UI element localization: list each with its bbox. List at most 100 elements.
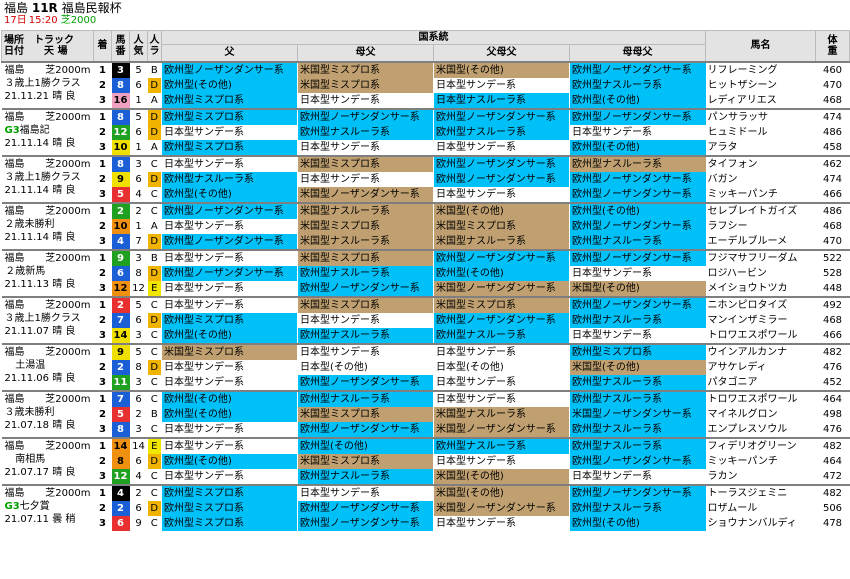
horse-name[interactable]: ロザムール xyxy=(706,501,816,516)
sire-lineage: 欧州型ノーザンダンサー系 xyxy=(161,265,298,281)
popularity: 6 xyxy=(135,314,142,326)
popularity: 2 xyxy=(135,408,142,420)
damdam-sire-lineage: 欧州型ノーザンダンサー系 xyxy=(569,171,706,187)
sire-lineage: 欧州型ミスプロ系 xyxy=(161,107,298,125)
sire-damsire-lineage: 日本型サンデー系 xyxy=(433,139,570,156)
horse-name[interactable]: ヒュミドール xyxy=(706,125,816,140)
finish-rank: 2 xyxy=(99,314,106,326)
damsire-lineage: 日本型(その他) xyxy=(297,359,434,375)
damdam-sire-lineage: 欧州型(その他) xyxy=(569,201,706,219)
horse-name[interactable]: トロワエスポワール xyxy=(705,389,816,407)
horse-name[interactable]: ロジハービン xyxy=(706,266,816,281)
horse-name[interactable]: アサケレディ xyxy=(706,360,816,375)
horse-number: 10 xyxy=(111,139,130,156)
race-date: 21.11.14 xyxy=(4,231,50,243)
horse-name[interactable]: セレブレイトガイズ xyxy=(705,201,816,219)
damsire-lineage: 欧州型(その他) xyxy=(297,436,434,454)
horse-number: 14 xyxy=(111,327,130,344)
horse-name[interactable]: レディアリエス xyxy=(706,93,816,109)
sire-lineage: 欧州型ミスプロ系 xyxy=(161,312,298,328)
damdam-sire-lineage: 欧州型ノーザンダンサー系 xyxy=(569,248,706,266)
damdam-sire-lineage: 米国型(その他) xyxy=(569,280,706,297)
horse-number: 10 xyxy=(111,218,130,234)
damdam-sire-lineage: 日本型サンデー系 xyxy=(569,468,706,485)
finish-rank: 3 xyxy=(99,94,106,106)
sire-damsire-lineage: 米国型ノーザンダンサー系 xyxy=(433,421,570,438)
sire-damsire-lineage: 米国型ノーザンダンサー系 xyxy=(433,500,570,516)
col-sire-damsire: 父母父 xyxy=(433,44,570,62)
table-row: 3 11 3 C 日本型サンデー系 欧州型ノーザンダンサー系 日本型サンデー系 欧州型ナスルー… xyxy=(2,374,850,391)
horse-name[interactable]: ラフシー xyxy=(706,219,816,234)
rating-grade: C xyxy=(147,374,162,391)
damsire-lineage: 米国型ミスプロ系 xyxy=(297,453,434,469)
damdam-sire-lineage: 欧州型ナスルーラ系 xyxy=(569,421,706,438)
horse-name[interactable]: パタゴニア xyxy=(706,375,816,391)
sire-lineage: 欧州型(その他) xyxy=(161,453,298,469)
race-date: 21.11.06 xyxy=(4,372,50,384)
damdam-sire-lineage: 欧州型ナスルーラ系 xyxy=(569,374,706,391)
horse-name[interactable]: トーラスジェミニ xyxy=(705,483,816,501)
horse-name[interactable]: マイネルグロン xyxy=(706,407,816,422)
horse-name[interactable]: フィデリオグリーン xyxy=(705,436,816,454)
table-row: 2 10 1 A 日本型サンデー系 米国型ミスプロ系 米国型ミスプロ系 欧州型ノーザンダンサー… xyxy=(2,218,850,234)
damsire-lineage: 日本型サンデー系 xyxy=(297,92,434,109)
horse-name[interactable]: パンサラッサ xyxy=(705,107,816,125)
rating-grade: B xyxy=(147,406,162,422)
horse-number: 5 xyxy=(111,186,130,203)
race-going: 良 xyxy=(65,466,76,478)
horse-name[interactable]: ショウナンバルディ xyxy=(706,516,816,531)
damdam-sire-lineage: 欧州型ノーザンダンサー系 xyxy=(569,218,706,234)
sire-damsire-lineage: 日本型サンデー系 xyxy=(433,374,570,391)
horse-name[interactable]: ニホンピロタイズ xyxy=(705,295,816,313)
horse-name[interactable]: ミッキーパンチ xyxy=(706,187,816,203)
sire-damsire-lineage: 欧州型ナスルーラ系 xyxy=(433,436,570,454)
horse-name[interactable]: エーデルブルーメ xyxy=(706,234,816,250)
horse-number: 2 xyxy=(111,201,130,219)
sire-damsire-lineage: 日本型サンデー系 xyxy=(433,342,570,360)
horse-name[interactable]: バガン xyxy=(706,172,816,187)
horse-weight: 476 xyxy=(822,423,843,435)
popularity: 5 xyxy=(129,295,148,313)
horse-number: 5 xyxy=(111,406,130,422)
horse-name[interactable]: ヒットザシーン xyxy=(706,78,816,93)
sire-lineage: 日本型サンデー系 xyxy=(161,421,298,438)
horse-name[interactable]: ラカン xyxy=(706,469,816,485)
popularity: 12 xyxy=(132,282,145,294)
horse-name[interactable]: マンインザミラー xyxy=(706,313,816,328)
sire-damsire-lineage: 欧州型ノーザンダンサー系 xyxy=(433,107,570,125)
race-weather: 晴 xyxy=(52,372,63,384)
sire-damsire-lineage: 日本型ナスルーラ系 xyxy=(433,92,570,109)
horse-weight: 474 xyxy=(815,107,850,125)
horse-name[interactable]: アラタ xyxy=(706,140,816,156)
race-subtitle: 17日 15:20 芝2000 xyxy=(4,15,97,26)
horse-name[interactable]: トロワエスポワール xyxy=(706,328,816,344)
horse-name[interactable]: ミッキーパンチ xyxy=(706,454,816,469)
race-date: 21.11.07 xyxy=(4,325,50,337)
horse-weight: 482 xyxy=(815,342,850,360)
horse-name[interactable]: メイショウトツカ xyxy=(706,281,816,297)
finish-rank: 3 xyxy=(99,423,106,435)
sire-damsire-lineage: 米国型(その他) xyxy=(433,201,570,219)
damsire-lineage: 欧州型ノーザンダンサー系 xyxy=(297,280,434,297)
horse-name[interactable]: フジマサフリーダム xyxy=(705,248,816,266)
horse-name[interactable]: エンプレスソウル xyxy=(706,422,816,438)
horse-weight: 478 xyxy=(822,517,843,529)
finish-rank: 2 xyxy=(99,267,106,279)
horse-weight: 474 xyxy=(822,173,843,185)
race-distance: 芝2000m xyxy=(45,111,91,123)
sire-damsire-lineage: 欧州型ノーザンダンサー系 xyxy=(433,171,570,187)
horse-name[interactable]: ウインアルカンナ xyxy=(705,342,816,360)
race-info: 福島 芝2000m 南相馬 21.07.17 晴 良 xyxy=(1,436,94,485)
horse-name[interactable]: リフレーミング xyxy=(705,60,816,78)
horse-name[interactable]: タイフォン xyxy=(705,154,816,172)
col-sire: 父 xyxy=(161,44,298,62)
sire-lineage: 日本型サンデー系 xyxy=(161,218,298,234)
race-info: 福島 芝2000m ３歳上1勝クラス 21.11.21 晴 良 xyxy=(1,60,94,109)
damsire-lineage: 米国型ミスプロ系 xyxy=(297,248,434,266)
sire-lineage: 欧州型ミスプロ系 xyxy=(161,515,298,531)
col-lineage: 国系統 xyxy=(161,30,706,45)
sire-lineage: 欧州型(その他) xyxy=(161,77,298,93)
race-weather: 晴 xyxy=(52,278,63,290)
table-row: 2 8 6 D 欧州型(その他) 米国型ミスプロ系 日本型サンデー系 欧州型ノーザンダンサー系… xyxy=(2,453,850,469)
popularity: 8 xyxy=(135,361,142,373)
